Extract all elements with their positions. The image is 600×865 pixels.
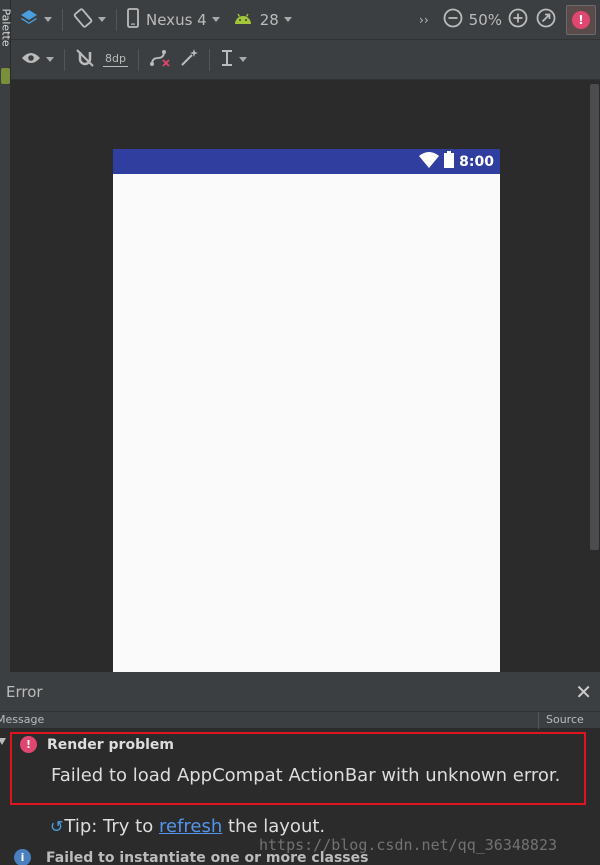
error-panel-title: Error xyxy=(6,682,43,701)
source-column-header[interactable]: Source xyxy=(538,712,584,729)
tip-line: ↺ Tip: Try to refresh the layout. xyxy=(50,816,325,837)
zoom-fit-icon xyxy=(536,8,556,32)
layout-toolbar: 8dp xyxy=(11,40,600,80)
error-indicator-icon: ! xyxy=(572,11,590,29)
api-level: 28 xyxy=(259,10,279,29)
zoom-out-button[interactable] xyxy=(439,0,467,39)
error-panel-header: Error ✕ xyxy=(0,672,600,712)
toolbar-divider xyxy=(208,48,210,71)
double-chevron-icon: ›› xyxy=(419,12,429,27)
tip-suffix: the layout. xyxy=(222,816,326,837)
align-icon xyxy=(220,48,234,72)
device-selector[interactable]: Nexus 4 xyxy=(123,0,224,39)
problem-title: Render problem xyxy=(47,737,174,753)
chevron-down-icon xyxy=(98,17,106,22)
toolbar-divider xyxy=(64,48,65,71)
zoom-fit-button[interactable] xyxy=(532,0,560,39)
eye-icon xyxy=(21,51,41,69)
status-bar: 8:00 xyxy=(113,149,500,174)
tip-prefix: Tip: Try to xyxy=(64,816,159,837)
battery-icon xyxy=(444,151,455,172)
clear-constraints-button[interactable] xyxy=(145,40,175,79)
message-column-header[interactable]: Message xyxy=(0,713,44,726)
phone-icon xyxy=(127,7,139,32)
align-button[interactable] xyxy=(216,40,251,79)
layers-icon xyxy=(19,8,39,32)
error-indicator-button[interactable]: ! xyxy=(566,5,596,35)
problem-message: Failed to load AppCompat ActionBar with … xyxy=(51,765,561,786)
palette-icon xyxy=(1,68,10,84)
error-icon: ! xyxy=(20,736,37,753)
chevron-down-icon xyxy=(283,17,292,22)
refresh-icon: ↺ xyxy=(50,817,64,836)
android-icon xyxy=(234,11,252,29)
palette-strip[interactable]: Palette xyxy=(0,0,13,672)
toolbar-divider xyxy=(116,8,117,31)
info-icon: i xyxy=(14,849,31,865)
instantiate-problem-item[interactable]: i Failed to instantiate one or more clas… xyxy=(14,849,368,865)
clear-constraints-icon xyxy=(149,48,171,72)
refresh-link[interactable]: refresh xyxy=(159,816,222,837)
design-toolbar: Nexus 4 28 ›› 50% ! xyxy=(11,0,600,40)
layers-button[interactable] xyxy=(11,0,56,39)
status-time: 8:00 xyxy=(459,153,494,170)
device-preview[interactable]: 8:00 xyxy=(113,149,500,672)
infer-constraints-button[interactable] xyxy=(175,40,203,79)
chevron-down-icon xyxy=(46,57,54,62)
rotate-icon xyxy=(73,7,93,32)
device-name: Nexus 4 xyxy=(146,10,207,29)
orientation-button[interactable] xyxy=(69,0,110,39)
vertical-scrollbar[interactable] xyxy=(589,80,600,672)
magnet-off-icon xyxy=(75,48,95,72)
zoom-in-button[interactable] xyxy=(504,0,532,39)
expand-arrow-icon[interactable] xyxy=(0,738,6,745)
error-panel: Error ✕ Message Source ! Render problem … xyxy=(0,672,600,865)
scrollbar-thumb[interactable] xyxy=(590,84,599,550)
chevron-down-icon xyxy=(44,17,52,22)
overflow-button[interactable]: ›› xyxy=(415,0,433,39)
api-level-selector[interactable]: 28 xyxy=(230,0,296,39)
close-icon[interactable]: ✕ xyxy=(575,682,592,702)
autoconnect-toggle[interactable] xyxy=(71,40,99,79)
zoom-in-icon xyxy=(508,8,528,32)
view-options-button[interactable] xyxy=(11,40,58,79)
zoom-level: 50% xyxy=(468,10,502,29)
chevron-down-icon xyxy=(211,17,220,22)
chevron-down-icon xyxy=(238,57,247,62)
default-margin-selector[interactable]: 8dp xyxy=(99,40,132,79)
instantiate-problem-title: Failed to instantiate one or more classe… xyxy=(46,849,369,865)
magic-wand-icon xyxy=(179,48,199,72)
toolbar-divider xyxy=(62,8,63,31)
default-margin: 8dp xyxy=(103,52,128,67)
toolbar-divider xyxy=(137,48,139,71)
zoom-out-icon xyxy=(443,8,463,32)
column-header: Message Source xyxy=(0,712,600,729)
wifi-icon xyxy=(419,151,440,172)
render-problem-item[interactable]: ! Render problem Failed to load AppCompa… xyxy=(10,732,586,805)
